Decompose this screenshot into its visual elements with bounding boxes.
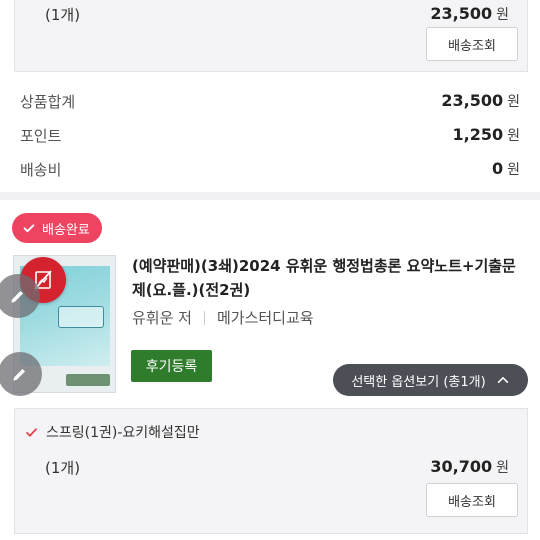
track-shipping-button[interactable]: 배송조회 — [426, 483, 518, 517]
book-cover-logo — [66, 374, 110, 386]
view-options-label: 선택한 옵션보기 (총1개) — [351, 374, 486, 390]
option-price: 30,700 원 — [430, 457, 509, 477]
summary-value: 23,500 원 — [441, 91, 520, 111]
view-options-toggle[interactable]: 선택한 옵션보기 (총1개) — [333, 364, 528, 396]
order-detail-page: (1개) 23,500 원 배송조회 상품합계 23,500 원 포인트 1,250… — [0, 0, 540, 540]
product-meta: 유휘운 저 메가스터디교육 — [132, 307, 314, 328]
track-shipping-button[interactable]: 배송조회 — [426, 27, 518, 61]
option-name-label: 스프링(1권)-요키해설집만 — [46, 425, 200, 441]
summary-amount: 23,500 — [441, 91, 504, 110]
check-icon — [23, 224, 35, 233]
pencil-icon — [11, 291, 23, 303]
option-box-previous: (1개) 23,500 원 배송조회 — [14, 0, 528, 72]
chevron-up-icon — [497, 377, 508, 383]
status-badge: 배송완료 — [12, 213, 102, 243]
option-price: 23,500 원 — [430, 4, 509, 24]
edit-fab-lower[interactable] — [0, 352, 42, 396]
option-price-unit: 원 — [496, 460, 509, 476]
summary-row-subtotal: 상품합계 23,500 원 — [20, 86, 520, 116]
option-quantity: (1개) — [45, 459, 81, 477]
summary-unit: 원 — [507, 128, 520, 144]
write-review-button[interactable]: 후기등록 — [131, 350, 212, 382]
option-price-value: 23,500 — [430, 4, 493, 23]
check-icon — [26, 427, 37, 437]
summary-value: 0원 — [492, 159, 520, 179]
status-badge-label: 배송완료 — [42, 222, 90, 238]
section-divider — [0, 192, 540, 200]
option-quantity: (1개) — [45, 6, 81, 24]
pencil-icon — [13, 369, 25, 381]
product-title[interactable]: (예약판매)(3쇄)2024 유휘운 행정법총론 요약노트+기출문제(요.플.)… — [132, 254, 524, 302]
product-publisher: 메가스터디교육 — [216, 309, 314, 327]
option-name: 스프링(1권)-요키해설집만 — [25, 422, 200, 442]
summary-label: 포인트 — [20, 126, 62, 145]
product-author: 유휘운 저 — [132, 309, 192, 327]
option-price-value: 30,700 — [430, 457, 493, 476]
meta-divider — [203, 310, 205, 325]
summary-row-shipping: 배송비 0원 — [20, 154, 520, 184]
summary-amount: 1,250 — [452, 125, 504, 144]
summary-amount: 0 — [491, 159, 504, 178]
summary-value: 1,250 원 — [453, 125, 521, 145]
summary-label: 배송비 — [20, 160, 62, 179]
summary-unit: 원 — [507, 94, 520, 110]
option-price-unit: 원 — [496, 7, 509, 23]
summary-row-points: 포인트 1,250 원 — [20, 120, 520, 150]
book-cover-title-box — [58, 306, 104, 328]
summary-unit: 원 — [507, 162, 520, 178]
option-box: 스프링(1권)-요키해설집만 (1개) 30,700 원 배송조회 — [14, 408, 528, 534]
summary-label: 상품합계 — [20, 92, 76, 111]
